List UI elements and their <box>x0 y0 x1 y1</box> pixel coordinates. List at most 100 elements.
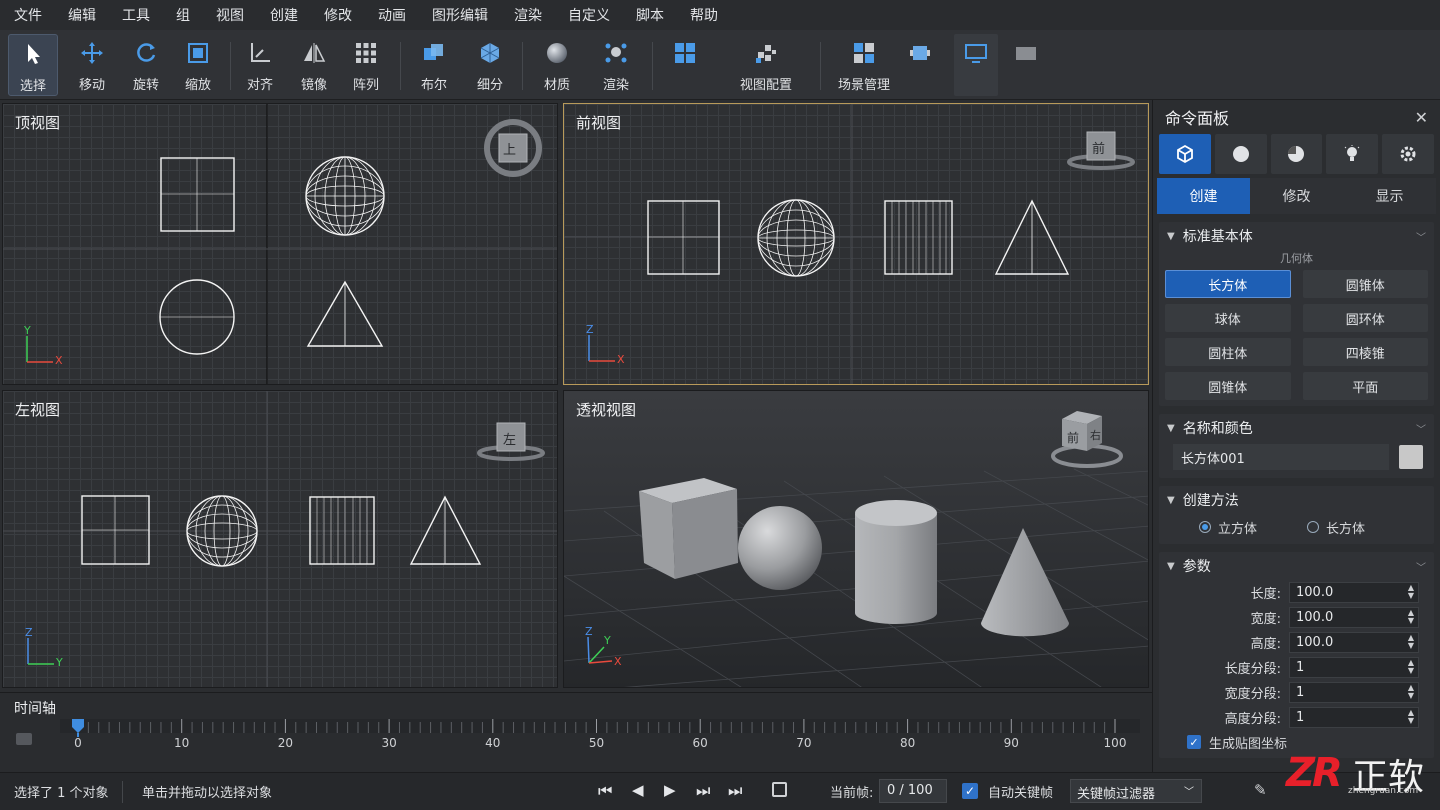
menu-file[interactable]: 文件 <box>14 5 42 25</box>
rotate-tool-button[interactable]: 旋转 <box>120 34 172 96</box>
tab-material[interactable] <box>1270 134 1323 174</box>
param-label: 高度: <box>1250 637 1281 652</box>
object-color-swatch[interactable] <box>1399 445 1423 469</box>
key-filter-dropdown[interactable]: 关键帧过滤器 ﹀ <box>1070 779 1202 803</box>
boolean-tool-button[interactable]: 布尔 <box>410 34 458 96</box>
param-width-segments-input[interactable]: 1 ▲ ▼ <box>1289 682 1419 703</box>
viewport-config-button[interactable]: 视图配置 <box>730 34 802 96</box>
menu-script[interactable]: 脚本 <box>636 5 664 25</box>
menu-graph-edit[interactable]: 图形编辑 <box>432 5 488 25</box>
autokey-checkbox[interactable]: ✓ <box>962 783 978 799</box>
play-icon[interactable]: ▶ <box>664 781 676 799</box>
object-properties-button[interactable] <box>900 34 940 96</box>
axis-x-label: X <box>617 353 625 366</box>
torus-button[interactable]: 圆环体 <box>1302 304 1428 332</box>
tab-lights[interactable] <box>1326 134 1379 174</box>
autokey-label: 自动关键帧 <box>988 786 1054 801</box>
param-height-segments-input[interactable]: 1 ▲ ▼ <box>1289 707 1419 728</box>
display-mode-button[interactable] <box>954 34 998 96</box>
current-frame-input[interactable]: 0 / 100 <box>879 779 947 803</box>
cylinder-3d <box>855 500 937 624</box>
menu-create[interactable]: 创建 <box>270 5 298 25</box>
box-button[interactable]: 长方体 <box>1165 270 1291 298</box>
next-frame-icon[interactable]: ⏭ <box>696 781 710 801</box>
viewport-perspective[interactable]: 透视视图 Z Y X 前 右 <box>563 390 1149 688</box>
scene-manager-button[interactable]: 场景管理 <box>832 34 896 96</box>
object-name-field[interactable]: 长方体001 <box>1173 444 1389 470</box>
material-ball-icon <box>1288 146 1305 162</box>
viewport-front[interactable]: 前视图 Z X 前 <box>563 103 1149 385</box>
select-tool-button[interactable]: 选择 <box>8 34 58 96</box>
timeline-tick-label: 0 <box>74 736 82 750</box>
radio-cube[interactable]: 立方体 <box>1199 518 1307 537</box>
tab-display[interactable]: 显示 <box>1343 178 1436 214</box>
spinner-icon[interactable]: ▲ ▼ <box>1408 584 1414 600</box>
timeline-panel: 时间轴 0 10 20 30 40 50 60 70 80 90 100 <box>0 692 1152 772</box>
param-length-input[interactable]: 100.0 ▲ ▼ <box>1289 582 1419 603</box>
cylinder-button[interactable]: 圆柱体 <box>1165 338 1291 366</box>
tab-create[interactable]: 创建 <box>1157 178 1250 214</box>
layout-tool-button[interactable] <box>664 34 706 96</box>
move-tool-button[interactable]: 移动 <box>66 34 118 96</box>
array-tool-button[interactable]: 阵列 <box>342 34 390 96</box>
section-header[interactable]: ▼ 名称和颜色 ﹀ <box>1159 414 1434 442</box>
mirror-tool-button[interactable]: 镜像 <box>290 34 338 96</box>
scale-tool-label: 缩放 <box>184 78 211 93</box>
prev-frame-icon[interactable]: ◀ <box>632 781 644 799</box>
viewport-left[interactable]: 左视图 Z Y 左 <box>2 390 558 688</box>
timeline-tick-label: 20 <box>278 736 293 750</box>
settings-wrench-icon[interactable]: ✎ <box>1254 781 1267 799</box>
tab-shapes[interactable] <box>1214 134 1267 174</box>
watermark: ZR 正软 zhengruan.com <box>1282 748 1432 804</box>
menu-edit[interactable]: 编辑 <box>68 5 96 25</box>
radio-empty-icon <box>1307 521 1319 533</box>
cone-button[interactable]: 圆锥体 <box>1302 270 1428 298</box>
param-length-segments-input[interactable]: 1 ▲ ▼ <box>1289 657 1419 678</box>
render-tool-button[interactable]: 渲染 <box>590 34 642 96</box>
pyramid-button[interactable]: 四棱锥 <box>1302 338 1428 366</box>
menu-group[interactable]: 组 <box>176 5 190 25</box>
menu-help[interactable]: 帮助 <box>690 5 718 25</box>
fullscreen-button[interactable] <box>1006 34 1046 96</box>
menu-modify[interactable]: 修改 <box>324 5 352 25</box>
toolbar-separator <box>230 42 231 90</box>
camera-icon[interactable] <box>16 733 32 745</box>
plane-button[interactable]: 平面 <box>1302 372 1428 400</box>
viewport-top[interactable]: 顶视图 Y X 上 <box>2 103 558 385</box>
menu-customize[interactable]: 自定义 <box>568 5 610 25</box>
spinner-icon[interactable]: ▲ ▼ <box>1408 684 1414 700</box>
key-mode-icon[interactable] <box>772 782 787 797</box>
spinner-icon[interactable]: ▲ ▼ <box>1408 709 1414 725</box>
section-header[interactable]: ▼ 标准基本体 ﹀ <box>1159 222 1434 250</box>
spinner-icon[interactable]: ▲ ▼ <box>1408 659 1414 675</box>
tab-modify[interactable]: 修改 <box>1250 178 1343 214</box>
goto-start-icon[interactable]: ⏮ <box>598 781 612 801</box>
radio-box[interactable]: 长方体 <box>1307 518 1365 537</box>
menu-view[interactable]: 视图 <box>216 5 244 25</box>
tab-create-geometry[interactable] <box>1159 134 1211 174</box>
timeline-tick-label: 100 <box>1104 736 1127 750</box>
watermark-url: zhengruan.com <box>1348 786 1419 796</box>
param-width-input[interactable]: 100.0 ▲ ▼ <box>1289 607 1419 628</box>
tab-settings[interactable] <box>1382 134 1434 174</box>
subdivide-tool-button[interactable]: 细分 <box>466 34 514 96</box>
section-header[interactable]: ▼ 参数 ﹀ <box>1159 552 1434 580</box>
status-divider <box>122 781 123 803</box>
goto-end-icon[interactable]: ⏭ <box>728 781 742 801</box>
menu-tools[interactable]: 工具 <box>122 5 150 25</box>
menu-animation[interactable]: 动画 <box>378 5 406 25</box>
cone2-button[interactable]: 圆锥体 <box>1165 372 1291 400</box>
material-tool-button[interactable]: 材质 <box>532 34 582 96</box>
section-header[interactable]: ▼ 创建方法 <box>1159 486 1434 514</box>
close-icon[interactable]: ✕ <box>1415 108 1428 127</box>
menu-render[interactable]: 渲染 <box>514 5 542 25</box>
spinner-icon[interactable]: ▲ ▼ <box>1408 634 1414 650</box>
checkbox-checked-icon[interactable]: ✓ <box>1187 735 1201 749</box>
timeline-track[interactable]: 0 10 20 30 40 50 60 70 80 90 100 <box>60 719 1140 769</box>
spinner-icon[interactable]: ▲ ▼ <box>1408 609 1414 625</box>
param-height-input[interactable]: 100.0 ▲ ▼ <box>1289 632 1419 653</box>
align-tool-button[interactable]: 对齐 <box>236 34 284 96</box>
sphere-button[interactable]: 球体 <box>1165 304 1291 332</box>
main-toolbar: 选择 移动 旋转 缩放 对齐 镜像 阵列 布尔 细分 材质 渲染 视图配置 场景… <box>0 30 1440 100</box>
scale-tool-button[interactable]: 缩放 <box>172 34 224 96</box>
